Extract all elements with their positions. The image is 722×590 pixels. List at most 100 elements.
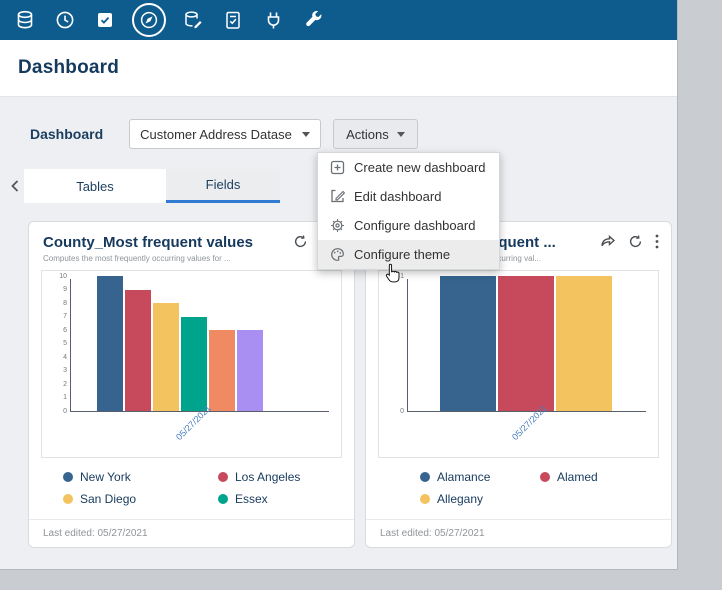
tab-tables-label: Tables xyxy=(76,179,114,194)
legend-label: Alamance xyxy=(437,470,490,484)
checklist-icon[interactable] xyxy=(220,7,246,33)
actions-button[interactable]: Actions xyxy=(333,119,418,149)
legend-label: San Diego xyxy=(80,492,136,506)
menu-item-configure-theme[interactable]: Configure theme xyxy=(318,240,499,269)
card-footer: Last edited: 05/27/2021 xyxy=(29,519,354,547)
plot-area: 012345678910 xyxy=(70,279,329,412)
y-tick-label: 3 xyxy=(63,367,67,374)
card-footer: Last edited: 05/27/2021 xyxy=(366,519,671,547)
top-nav-bar xyxy=(0,0,677,40)
dataset-dropdown-value: Customer Address Datase xyxy=(140,127,292,142)
chart-legend: Alamance Alamed Allegany xyxy=(420,470,671,506)
legend-dot xyxy=(540,472,550,482)
plus-square-icon xyxy=(330,160,345,175)
dashboard-label: Dashboard xyxy=(30,126,103,142)
menu-item-label: Create new dashboard xyxy=(354,160,486,175)
y-tick-label: 9 xyxy=(63,286,67,293)
y-tick-label: 0 xyxy=(63,408,67,415)
legend-dot xyxy=(63,472,73,482)
chevron-down-icon xyxy=(397,132,405,137)
legend-item: Alamed xyxy=(540,470,671,484)
card-county-most-frequent-2: County_Most frequent ... xyxy=(365,221,672,548)
bar xyxy=(440,276,496,411)
y-tick-label: 1 xyxy=(63,394,67,401)
card-header: County_Most frequent values xyxy=(29,222,354,251)
bars xyxy=(97,276,263,411)
y-tick-label: 4 xyxy=(63,354,67,361)
card-subtitle: Computes the most frequently occurring v… xyxy=(29,251,354,263)
chevron-down-icon xyxy=(302,132,310,137)
y-tick-label: 1 xyxy=(400,273,404,280)
card-county-most-frequent-values: County_Most frequent values Computes the… xyxy=(28,221,355,548)
tab-tables[interactable]: Tables xyxy=(24,169,166,203)
y-tick-label: 7 xyxy=(63,313,67,320)
dashboard-compass-icon[interactable] xyxy=(132,3,166,37)
menu-item-label: Configure theme xyxy=(354,247,450,262)
clock-icon[interactable] xyxy=(52,7,78,33)
chart-legend: New York Los Angeles San Diego Essex xyxy=(63,470,354,506)
bar xyxy=(181,317,207,412)
y-tick-label: 0 xyxy=(400,408,404,415)
dataset-dropdown[interactable]: Customer Address Datase xyxy=(129,119,321,149)
legend-dot xyxy=(218,472,228,482)
bar xyxy=(237,330,263,411)
database-edit-icon[interactable] xyxy=(180,7,206,33)
legend-item: Los Angeles xyxy=(218,470,354,484)
refresh-icon[interactable] xyxy=(628,234,643,249)
tab-fields[interactable]: Fields xyxy=(166,169,280,203)
cards-row: County_Most frequent values Computes the… xyxy=(28,221,677,548)
bar xyxy=(209,330,235,411)
tab-fields-label: Fields xyxy=(206,177,241,192)
y-tick-label: 6 xyxy=(63,327,67,334)
legend-item: New York xyxy=(63,470,218,484)
legend-label: Essex xyxy=(235,492,268,506)
tab-strip: Tables Fields xyxy=(24,169,280,203)
bar xyxy=(125,290,151,412)
legend-label: New York xyxy=(80,470,131,484)
bar xyxy=(556,276,612,411)
gear-icon xyxy=(330,218,345,233)
menu-item-label: Edit dashboard xyxy=(354,189,441,204)
palette-icon xyxy=(330,247,345,262)
menu-item-edit-dashboard[interactable]: Edit dashboard xyxy=(318,182,499,211)
kebab-menu-icon[interactable] xyxy=(655,234,659,249)
actions-button-label: Actions xyxy=(346,127,389,142)
bar xyxy=(97,276,123,411)
legend-dot xyxy=(218,494,228,504)
menu-item-create-new-dashboard[interactable]: Create new dashboard xyxy=(318,153,499,182)
dashboard-toolbar: Dashboard Customer Address Datase Action… xyxy=(30,119,677,149)
app-window: Dashboard Dashboard Customer Address Dat… xyxy=(0,0,678,570)
legend-dot xyxy=(420,494,430,504)
legend-label: Alamed xyxy=(557,470,598,484)
legend-item: Essex xyxy=(218,492,354,506)
legend-label: Allegany xyxy=(437,492,483,506)
bar xyxy=(153,303,179,411)
edit-icon xyxy=(330,189,345,204)
plot-area: 01 xyxy=(407,279,646,412)
y-tick-label: 8 xyxy=(63,300,67,307)
database-icon[interactable] xyxy=(12,7,38,33)
legend-dot xyxy=(63,494,73,504)
y-tick-label: 2 xyxy=(63,381,67,388)
share-icon[interactable] xyxy=(600,234,616,249)
actions-menu: Create new dashboard Edit dashboard Conf… xyxy=(317,152,500,270)
menu-item-label: Configure dashboard xyxy=(354,218,475,233)
checkbox-icon[interactable] xyxy=(92,7,118,33)
legend-item: Alamance xyxy=(420,470,540,484)
chevron-left-icon[interactable] xyxy=(8,176,24,196)
bar xyxy=(498,276,554,411)
bars xyxy=(440,276,612,411)
menu-item-configure-dashboard[interactable]: Configure dashboard xyxy=(318,211,499,240)
legend-item: Allegany xyxy=(420,492,540,506)
refresh-icon[interactable] xyxy=(293,234,308,249)
legend-dot xyxy=(420,472,430,482)
page-title: Dashboard xyxy=(18,57,119,79)
wrench-icon[interactable] xyxy=(300,7,326,33)
legend-item: San Diego xyxy=(63,492,218,506)
bar-chart: 012345678910 05/27/2021 xyxy=(41,270,342,458)
plug-icon[interactable] xyxy=(260,7,286,33)
bar-chart: 01 05/27/2021 xyxy=(378,270,659,458)
legend-label: Los Angeles xyxy=(235,470,300,484)
y-tick-label: 5 xyxy=(63,340,67,347)
mouse-cursor xyxy=(384,263,400,288)
